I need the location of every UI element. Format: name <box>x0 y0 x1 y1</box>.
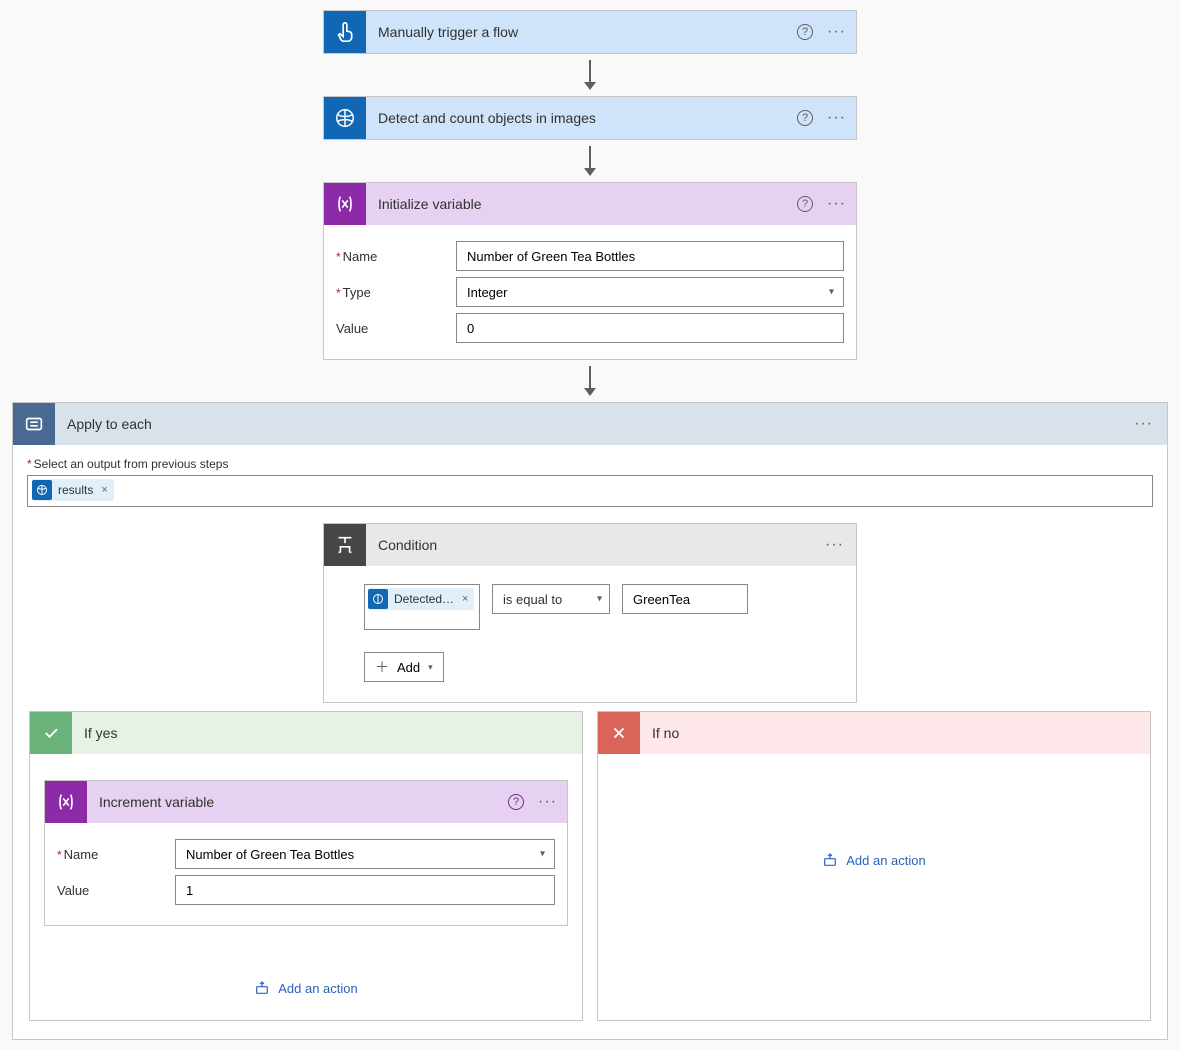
help-icon[interactable]: ? <box>508 794 524 810</box>
condition-add-button[interactable]: ＋ Add ▾ <box>364 652 444 682</box>
type-select[interactable] <box>456 277 844 307</box>
ai-detect-icon <box>324 97 366 139</box>
condition-icon <box>324 524 366 566</box>
branch-if-yes: If yes Increment variable ? <box>29 711 583 1021</box>
select-output-label: *Select an output from previous steps <box>27 457 1153 471</box>
step-apply-to-each-title: Apply to each <box>55 416 1134 432</box>
ai-detect-icon <box>368 589 388 609</box>
add-action-label: Add an action <box>846 853 926 868</box>
token-remove-icon[interactable]: × <box>101 484 107 496</box>
type-label: Type <box>336 285 456 300</box>
increment-name-select[interactable] <box>175 839 555 869</box>
step-trigger[interactable]: Manually trigger a flow ? ··· <box>323 10 857 54</box>
plus-icon: ＋ <box>375 657 389 677</box>
more-icon[interactable]: ··· <box>1134 416 1153 432</box>
token-results-label: results <box>58 483 93 497</box>
step-condition-header[interactable]: Condition ··· <box>324 524 856 566</box>
select-output-field[interactable]: results × <box>27 475 1153 507</box>
step-increment-variable-header[interactable]: Increment variable ? ··· <box>45 781 567 823</box>
more-icon[interactable]: ··· <box>538 794 557 810</box>
increment-name-label: Name <box>57 847 175 862</box>
step-apply-to-each-header[interactable]: Apply to each ··· <box>13 403 1167 445</box>
name-label: Name <box>336 249 456 264</box>
more-icon[interactable]: ··· <box>825 537 844 553</box>
branch-if-no-header: If no <box>598 712 1150 754</box>
help-icon[interactable]: ? <box>797 110 813 126</box>
touch-icon <box>324 11 366 53</box>
value-label: Value <box>336 321 456 336</box>
step-detect-title: Detect and count objects in images <box>366 110 797 126</box>
chevron-down-icon: ▾ <box>428 662 433 673</box>
loop-icon <box>13 403 55 445</box>
step-apply-to-each: Apply to each ··· *Select an output from… <box>12 402 1168 1040</box>
step-increment-variable: Increment variable ? ··· Name <box>44 780 568 926</box>
step-trigger-title: Manually trigger a flow <box>366 24 797 40</box>
add-action-label: Add an action <box>278 981 358 996</box>
ai-detect-icon <box>32 480 52 500</box>
condition-add-label: Add <box>397 660 420 675</box>
help-icon[interactable]: ? <box>797 196 813 212</box>
variable-icon <box>45 781 87 823</box>
step-detect[interactable]: Detect and count objects in images ? ··· <box>323 96 857 140</box>
branch-if-yes-header: If yes <box>30 712 582 754</box>
close-icon <box>598 712 640 754</box>
add-action-button[interactable]: Add an action <box>822 852 926 868</box>
increment-value-input[interactable] <box>175 875 555 905</box>
help-icon[interactable]: ? <box>797 24 813 40</box>
branch-if-no-title: If no <box>640 725 679 741</box>
condition-right-operand[interactable] <box>622 584 748 614</box>
token-results[interactable]: results × <box>32 479 114 501</box>
step-condition: Condition ··· Detected… <box>323 523 857 703</box>
name-input[interactable] <box>456 241 844 271</box>
condition-operator[interactable]: is equal to ▾ <box>492 584 610 614</box>
select-output-label-text: Select an output from previous steps <box>34 457 229 471</box>
arrow-connector <box>589 146 591 174</box>
branch-if-no: If no Add an action <box>597 711 1151 1021</box>
variable-icon <box>324 183 366 225</box>
condition-operator-label: is equal to <box>503 592 562 607</box>
token-detected[interactable]: Detected… × <box>368 588 474 610</box>
more-icon[interactable]: ··· <box>827 196 846 212</box>
step-init-variable-header[interactable]: Initialize variable ? ··· <box>324 183 856 225</box>
arrow-connector <box>589 366 591 394</box>
add-action-button[interactable]: Add an action <box>254 980 358 996</box>
more-icon[interactable]: ··· <box>827 24 846 40</box>
token-detected-label: Detected… <box>394 592 454 606</box>
step-increment-variable-title: Increment variable <box>87 794 508 810</box>
step-init-variable-title: Initialize variable <box>366 196 797 212</box>
step-init-variable: Initialize variable ? ··· Name Type ▾ Va… <box>323 182 857 360</box>
condition-left-operand[interactable]: Detected… × <box>364 584 480 630</box>
add-action-icon <box>822 852 838 868</box>
more-icon[interactable]: ··· <box>827 110 846 126</box>
step-trigger-header[interactable]: Manually trigger a flow ? ··· <box>324 11 856 53</box>
arrow-connector <box>589 60 591 88</box>
value-input[interactable] <box>456 313 844 343</box>
step-detect-header[interactable]: Detect and count objects in images ? ··· <box>324 97 856 139</box>
token-remove-icon[interactable]: × <box>462 593 468 605</box>
add-action-icon <box>254 980 270 996</box>
step-init-variable-body: Name Type ▾ Value <box>324 225 856 359</box>
step-condition-title: Condition <box>366 537 825 553</box>
check-icon <box>30 712 72 754</box>
increment-value-label: Value <box>57 883 175 898</box>
branch-if-yes-title: If yes <box>72 725 117 741</box>
